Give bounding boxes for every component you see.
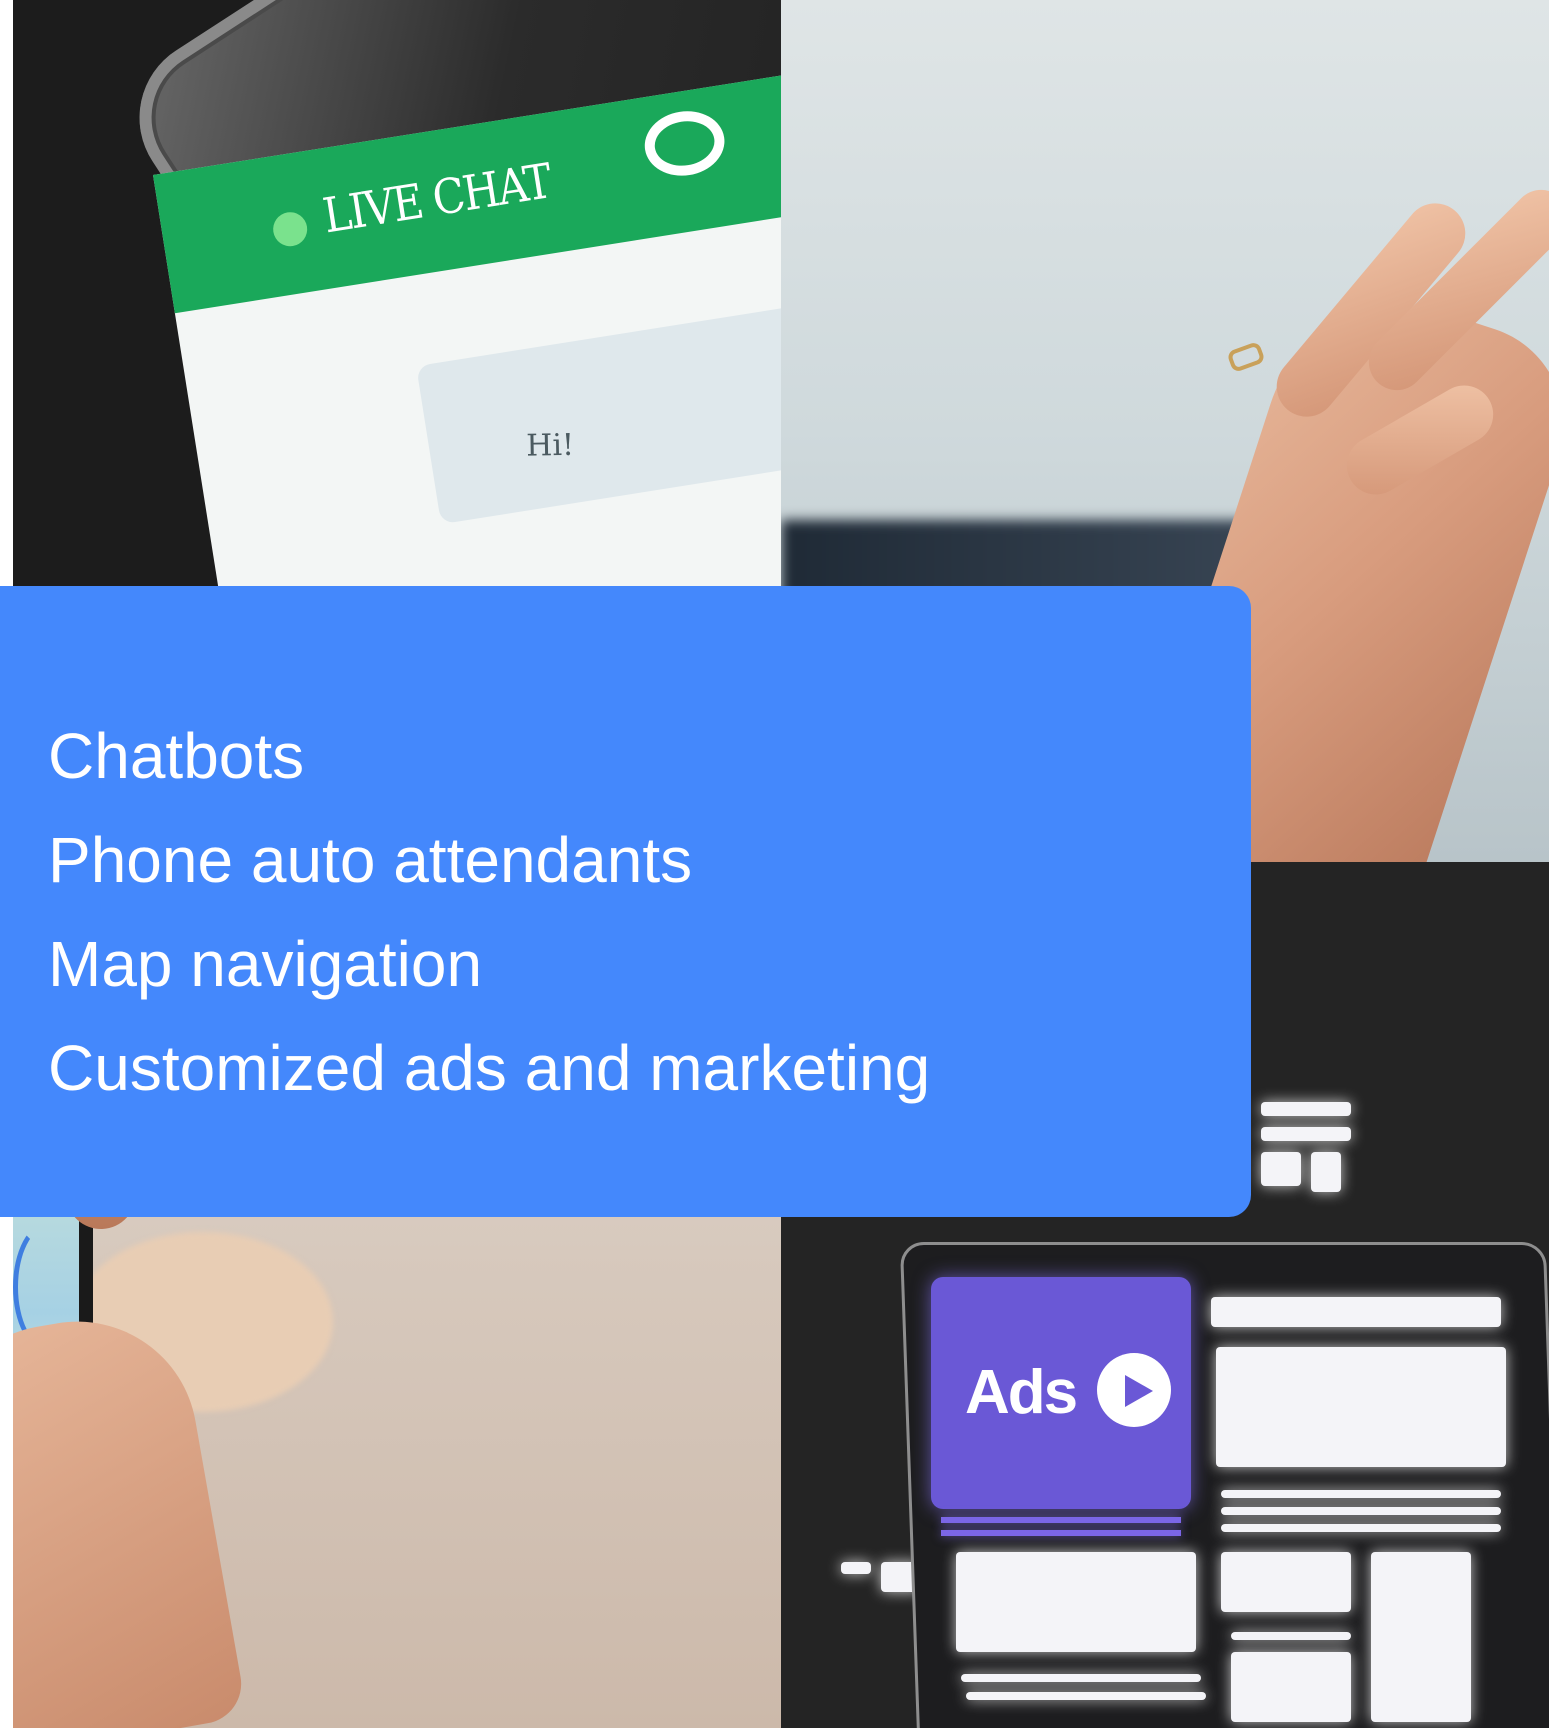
use-case-item: Phone auto attendants bbox=[48, 824, 693, 896]
use-case-item: Map navigation bbox=[48, 928, 483, 1000]
ui-block bbox=[1261, 1127, 1351, 1141]
chat-bubble-icon bbox=[640, 105, 730, 182]
accent-line bbox=[941, 1530, 1181, 1536]
ui-block bbox=[1211, 1297, 1501, 1327]
online-dot-icon bbox=[270, 209, 310, 249]
ui-block bbox=[1221, 1507, 1501, 1515]
accent-line bbox=[941, 1517, 1181, 1523]
ads-label: Ads bbox=[965, 1358, 1078, 1427]
chat-message-bubble: Hi! bbox=[416, 300, 781, 525]
ui-block bbox=[956, 1552, 1196, 1652]
use-case-item: Customized ads and marketing bbox=[48, 1032, 931, 1104]
ui-block bbox=[1231, 1652, 1351, 1722]
ui-block bbox=[1231, 1632, 1351, 1640]
ui-block bbox=[841, 1562, 871, 1574]
ui-block bbox=[1221, 1552, 1351, 1612]
use-cases-list: Chatbots Phone auto attendants Map navig… bbox=[48, 704, 930, 1120]
ui-block bbox=[1216, 1347, 1506, 1467]
chat-message-text: Hi! bbox=[525, 427, 575, 464]
ui-block bbox=[1221, 1524, 1501, 1532]
ui-block bbox=[966, 1692, 1206, 1700]
ui-block bbox=[1371, 1552, 1471, 1722]
ui-block bbox=[1261, 1152, 1301, 1186]
ui-block bbox=[1221, 1490, 1501, 1498]
ui-block bbox=[1311, 1152, 1341, 1192]
live-chat-label: LIVE CHAT bbox=[319, 153, 555, 245]
use-case-item: Chatbots bbox=[48, 720, 305, 792]
play-triangle-icon bbox=[1125, 1375, 1153, 1407]
ui-block bbox=[961, 1674, 1201, 1682]
ui-block bbox=[1261, 1102, 1351, 1116]
ad-card: Ads bbox=[931, 1277, 1191, 1509]
use-cases-panel: Chatbots Phone auto attendants Map navig… bbox=[0, 586, 1251, 1217]
ring-icon bbox=[1226, 340, 1266, 374]
